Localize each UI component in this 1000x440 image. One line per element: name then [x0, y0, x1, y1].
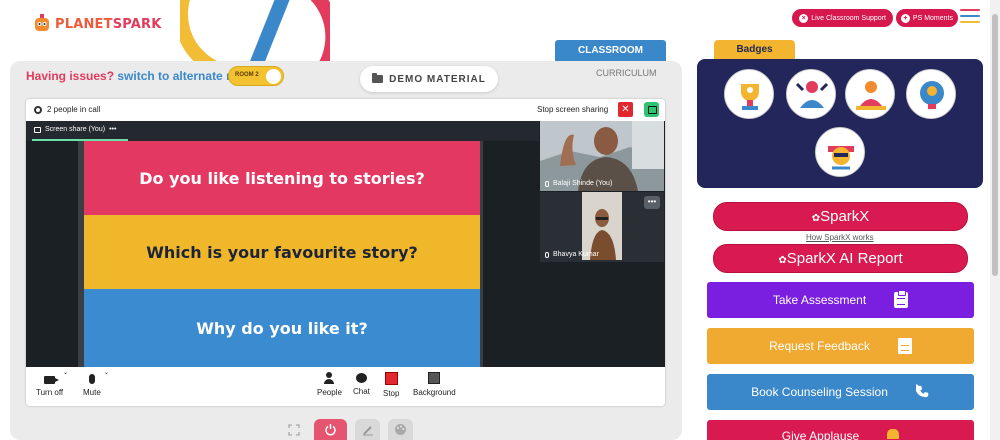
tab-classroom[interactable]: CLASSROOM	[555, 40, 666, 61]
phone-icon	[915, 384, 929, 398]
plus-circle-icon: +	[900, 13, 910, 23]
room-toggle[interactable]: ROOM 2	[228, 66, 284, 86]
slide-question-2: Which is your favourite story?	[84, 215, 480, 289]
clap-icon	[887, 429, 900, 439]
badge-teamwork[interactable]	[786, 69, 836, 119]
chevron-down-icon[interactable]: ⌄	[104, 369, 109, 376]
shared-slide: Do you like listening to stories? Which …	[84, 141, 480, 367]
superstar-badge-icon	[828, 146, 854, 170]
slide-question-1: Do you like listening to stories?	[84, 141, 480, 215]
sparkle-icon: ✿	[811, 213, 821, 224]
ps-moments-button[interactable]: + PS Moments	[895, 9, 958, 27]
tab-curriculum[interactable]: CURRICULUM	[596, 68, 657, 78]
request-feedback-button[interactable]: Request Feedback	[707, 328, 974, 364]
stop-share-icon	[384, 372, 398, 385]
logo-text: PLANETSPARK	[55, 16, 162, 32]
mic-icon	[545, 251, 549, 258]
sparkx-button[interactable]: ✿SparkX	[713, 202, 968, 231]
stop-sharing-label: Stop screen sharing	[537, 105, 609, 114]
video-call-window: 2 people in call Stop screen sharing ✕ S…	[26, 99, 665, 406]
take-assessment-button[interactable]: Take Assessment	[707, 282, 974, 318]
badge-speaker[interactable]	[845, 69, 895, 119]
people-button[interactable]: People	[317, 372, 342, 397]
give-applause-button[interactable]: Give Applause	[707, 420, 974, 440]
power-icon	[325, 424, 336, 436]
planet-mascot-icon	[35, 14, 49, 31]
participant-tile[interactable]: Balaji Shinde (You)	[540, 121, 664, 191]
share-screen-icon[interactable]	[644, 102, 659, 117]
screen-share-bar: Screen share (You) •••	[26, 121, 539, 141]
pen-icon	[362, 425, 373, 435]
stop-share-button[interactable]: Stop	[383, 372, 399, 398]
end-class-button[interactable]	[314, 419, 347, 440]
turn-off-camera-button[interactable]: Turn off	[36, 372, 63, 397]
menu-icon[interactable]	[960, 9, 980, 27]
stop-sharing-button[interactable]: ✕	[618, 102, 633, 117]
chat-button[interactable]: Chat	[353, 372, 370, 396]
idea-badge-icon	[920, 81, 944, 109]
speaker-badge-icon	[856, 81, 886, 110]
alternate-room-notice: Having issues? switch to alternate room	[26, 69, 257, 83]
people-count: 2 people in call	[34, 105, 100, 114]
more-options-icon[interactable]: •••	[109, 126, 116, 133]
badge-trophy[interactable]	[724, 69, 774, 119]
camera-icon	[44, 376, 60, 384]
pen-button[interactable]	[355, 419, 380, 440]
book-counseling-button[interactable]: Book Counseling Session	[707, 374, 974, 410]
gear-icon[interactable]	[34, 105, 42, 114]
badges-panel	[697, 59, 983, 188]
screen-icon	[34, 126, 41, 133]
demo-material-button[interactable]: DEMO MATERIAL	[360, 66, 498, 92]
planetspark-logo[interactable]: PLANETSPARK	[33, 14, 162, 34]
fullscreen-button[interactable]	[281, 419, 306, 440]
palette-icon	[395, 424, 406, 435]
chat-icon	[355, 373, 367, 383]
mute-button[interactable]: Mute	[83, 372, 101, 397]
chevron-down-icon[interactable]: ⌄	[63, 369, 68, 376]
more-options-icon[interactable]: •••	[644, 196, 660, 209]
microphone-icon	[88, 374, 95, 384]
trophy-badge-icon	[741, 84, 759, 110]
fullscreen-icon	[287, 423, 300, 436]
palette-button[interactable]	[388, 419, 413, 440]
people-icon	[323, 372, 335, 384]
call-controls: Turn off ⌄ Mute ⌄ People Chat Stop Backg…	[26, 367, 665, 406]
slide-question-3: Why do you like it?	[84, 289, 480, 367]
participant-tile[interactable]: ••• Bhavya Kumar	[540, 192, 664, 262]
mic-icon	[545, 180, 549, 187]
how-sparkx-link[interactable]: How SparkX works	[806, 233, 874, 242]
teamwork-badge-icon	[795, 81, 829, 108]
live-support-button[interactable]: × Live Classroom Support	[792, 9, 893, 27]
sparkx-report-button[interactable]: ✿SparkX AI Report	[713, 244, 968, 273]
badge-superstar[interactable]	[815, 127, 865, 177]
folder-icon	[372, 73, 384, 83]
badges-title: Badges	[714, 40, 795, 60]
clipboard-icon	[894, 290, 909, 308]
background-button[interactable]: Background	[413, 372, 456, 397]
badge-idea[interactable]	[906, 69, 956, 119]
close-circle-icon: ×	[799, 13, 809, 23]
page-scrollbar[interactable]	[990, 0, 1000, 440]
background-icon	[428, 372, 441, 384]
sparkle-icon: ✿	[778, 255, 787, 266]
document-icon	[897, 338, 912, 354]
